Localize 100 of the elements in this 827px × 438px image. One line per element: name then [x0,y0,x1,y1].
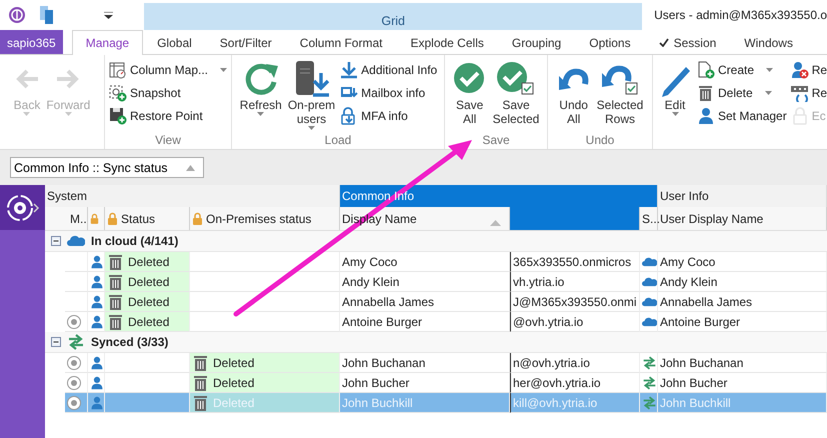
ribbon-small-button[interactable]: Snapshot [106,81,230,104]
radio-marker[interactable] [67,396,81,410]
app-menu-button[interactable]: sapio365 [0,30,63,54]
caret-icon [220,68,228,72]
table-cell: John Buchanan [342,356,426,370]
table-cell: kill@ovh.ytria.io [513,396,598,410]
cloud-icon [642,316,657,328]
ribbon-tab[interactable]: Explode Cells [396,30,498,54]
check-circle-checkbox-icon [496,61,536,97]
table-cell: Deleted [213,356,254,370]
sync-arrows-icon [642,374,657,390]
table-cell: John Bucher [660,376,728,390]
column-header[interactable] [88,207,105,230]
ribbon-small-button[interactable]: Restore Point [106,104,230,127]
radio-marker[interactable] [67,314,81,328]
column-header[interactable]: Status [105,207,190,230]
ribbon-tab[interactable]: Windows [730,30,807,54]
document-plus-icon [697,60,715,78]
ribbon-tab[interactable]: Manage [72,30,144,55]
column-header[interactable]: S... [640,207,658,230]
ribbon-small-button[interactable]: Set Manager [695,104,789,127]
ribbon-tab[interactable]: Grouping [498,30,576,54]
forward-arrow-icon [55,68,82,90]
ribbon-tab[interactable]: Session [644,30,730,54]
download-icon [340,60,358,78]
ribbon-button[interactable]: Save Selected [490,58,542,133]
table-cell: Deleted [213,376,254,390]
caret-icon [23,112,30,116]
table-cell: Andy Klein [342,274,400,288]
cloud-icon [642,296,657,308]
ribbon-tab[interactable]: Sort/Filter [206,30,286,54]
lock-icon [790,106,809,124]
caret-icon [672,112,678,116]
context-tab-label: Grid [381,14,405,28]
caret-icon [257,112,264,116]
caret-icon [308,126,315,130]
expander-icon [51,337,61,347]
ribbon-small-button[interactable]: Delete [695,81,789,104]
ribbon-small-button[interactable]: Re [788,81,827,104]
ribbon-tab[interactable]: Column Format [286,30,396,54]
ribbon-small-button[interactable]: Re [788,58,827,81]
snapshot-icon [108,84,127,102]
group-row[interactable]: In cloud (4/141) [45,231,827,252]
table-cell: her@ovh.ytria.io [513,376,601,390]
ribbon-small-button[interactable]: Column Map... [106,58,230,81]
group-label: Load [324,133,352,147]
floppy-disk-icon [108,106,127,124]
trash-icon [107,252,125,270]
table-cell: Deleted [213,396,254,410]
sync-arrows-icon [67,334,85,350]
trash-icon [192,374,210,392]
caret-icon [764,90,772,94]
caret-up-icon [186,164,195,170]
table-cell: n@ovh.ytria.io [513,356,590,370]
ribbon-button[interactable]: Save All [450,58,490,133]
ribbon-button[interactable]: Selected Rows [594,58,646,133]
caret-icon [64,112,72,116]
ribbon-small-button[interactable]: Create [695,58,789,81]
column-header[interactable]: User Display Name [658,207,827,230]
column-header[interactable]: On-Premises status [190,207,340,230]
trash-icon [192,394,210,412]
table-cell: @ovh.ytria.io [513,314,584,328]
radio-marker[interactable] [67,376,81,390]
trash-icon [192,354,210,372]
table-cell: Antoine Burger [342,314,422,328]
sort-arrow-icon [490,220,501,226]
windows-icon [40,6,54,24]
ribbon-small-button[interactable]: Mailbox info [338,81,440,104]
ribbon-small-button[interactable]: Additional Info [338,58,440,81]
customize-toolbar-icon [104,12,113,18]
expander-icon [51,236,61,246]
ribbon-tab[interactable]: Global [143,30,206,54]
group-row[interactable]: Synced (3/33) [45,332,827,353]
ribbon-button[interactable]: Undo All [554,58,594,133]
window-title: Users - admin@M365x393550.o [653,7,827,24]
table-cell: Deleted [128,254,170,268]
ribbon-button[interactable]: Refresh [236,58,285,133]
group-label: Save [482,133,510,147]
person-remove-icon [790,60,809,78]
ribbon-button[interactable]: Edit [655,58,695,133]
ribbon-tab[interactable]: Options [575,30,645,54]
app-logo-icon [8,6,26,24]
table-cell: John Buchkill [660,396,731,410]
group-label: Synced (3/33) [91,335,168,349]
person-icon [697,106,715,124]
trash-icon [107,292,125,310]
table-cell: Annabella James [342,294,434,308]
column-header[interactable]: M.. [65,207,88,230]
column-map-icon [108,60,127,78]
password-reset-icon [790,84,809,102]
gear-cycle-icon [6,192,40,222]
ribbon-button[interactable]: On-prem users [284,58,338,133]
table-cell: Deleted [128,314,170,328]
ribbon-small-button[interactable]: MFA info [338,104,440,127]
cloud-icon [67,235,85,247]
radio-marker[interactable] [67,356,81,370]
group-by-dropdown[interactable]: Common Info :: Sync status [10,157,204,178]
table-cell: Deleted [128,294,170,308]
table-cell: Amy Coco [660,254,716,268]
table-cell: vh.ytria.io [513,274,564,288]
